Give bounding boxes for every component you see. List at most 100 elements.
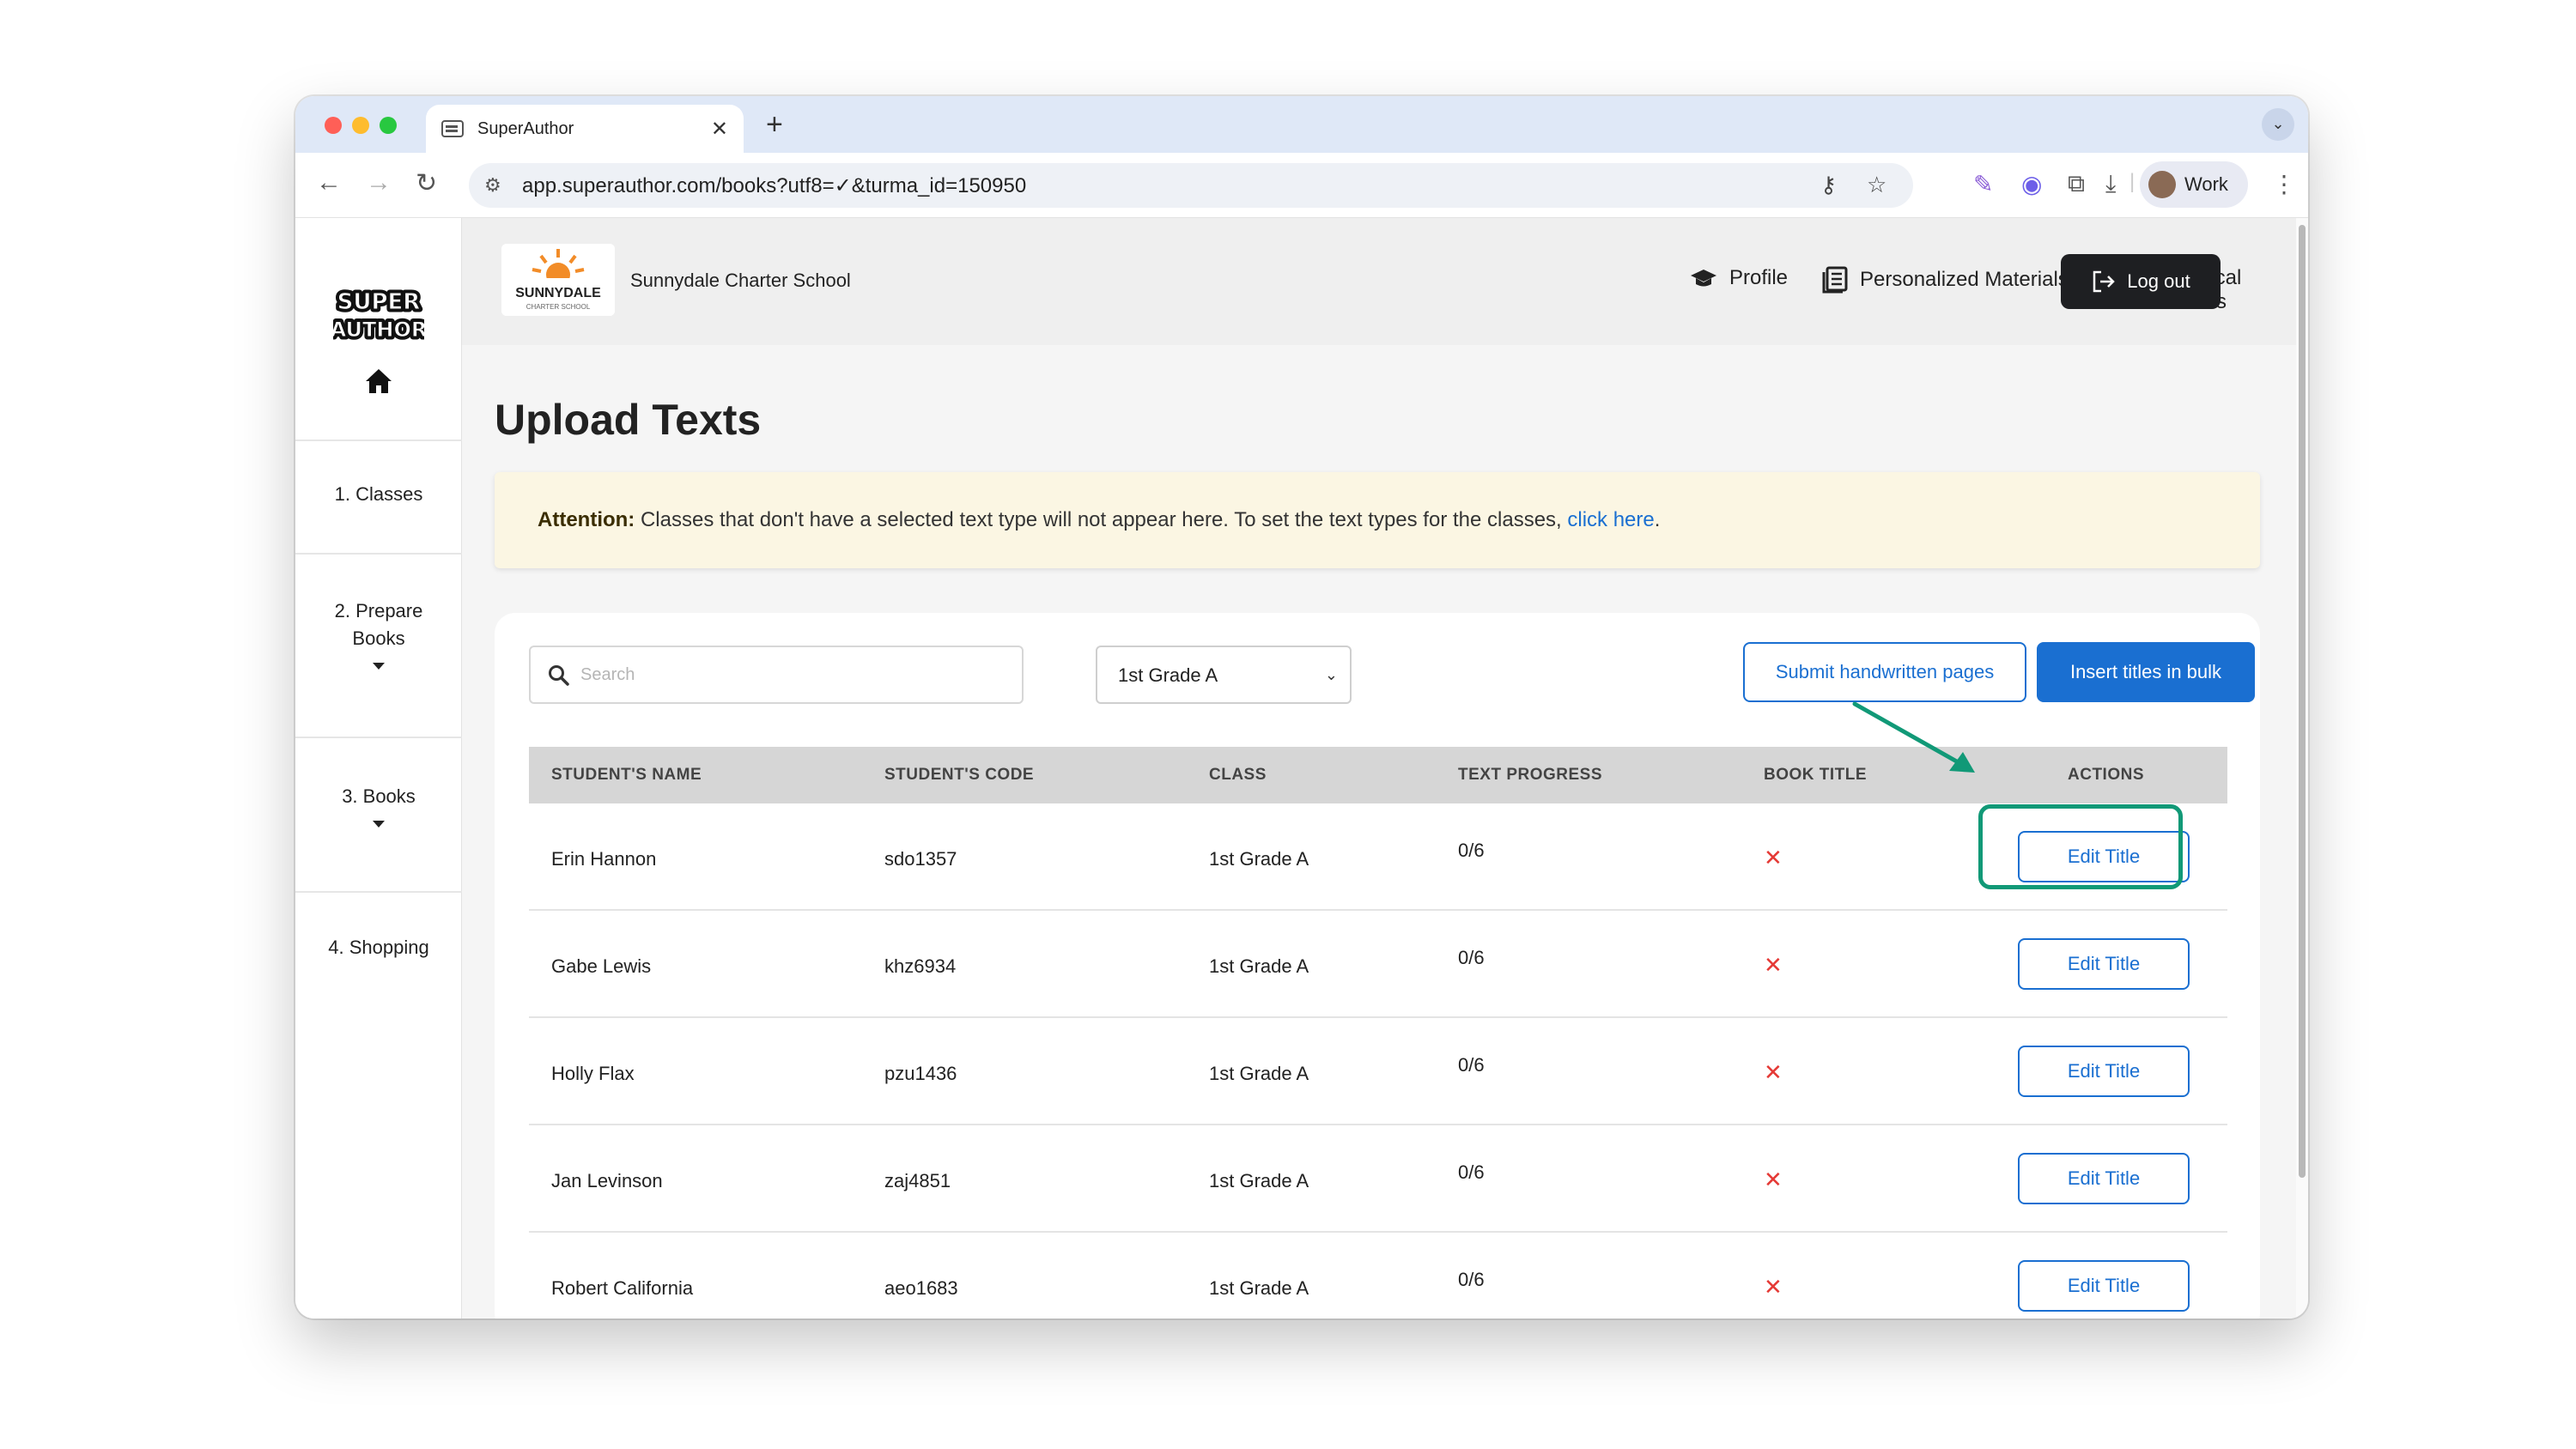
column-header-name: STUDENT'S NAME	[551, 766, 702, 784]
browser-tab[interactable]: SuperAuthor ✕	[426, 105, 744, 153]
superauthor-logo[interactable]: SUPER SUPER AUTHOR AUTHOR	[333, 283, 424, 344]
logout-button[interactable]: Log out	[2061, 254, 2221, 309]
page-scrollbar[interactable]	[2296, 218, 2308, 1319]
student-name: Holly Flax	[551, 1063, 635, 1084]
sidebar-item-label: 4. Shopping	[328, 937, 429, 958]
text-progress: 0/6	[1458, 1054, 1485, 1076]
menu-kebab-icon[interactable]: ⋮	[2272, 170, 2296, 198]
tab-title: SuperAuthor	[477, 118, 574, 138]
book-title-missing-icon: ✕	[1764, 1059, 1783, 1085]
profile-name: Work	[2184, 173, 2228, 195]
attention-alert: Attention: Classes that don't have a sel…	[495, 472, 2260, 568]
password-key-icon[interactable]: ⚷	[1820, 172, 1837, 198]
extension-icon[interactable]: ◉	[2021, 170, 2042, 198]
book-title-missing-icon: ✕	[1764, 1274, 1783, 1300]
download-icon[interactable]: ⤓	[2105, 170, 2116, 198]
nav-personalized-materials[interactable]: Personalized Materials	[1822, 266, 2069, 294]
sidebar-item-shopping[interactable]: 4. Shopping	[295, 891, 462, 994]
extensions-puzzle-icon[interactable]: ⧉	[2068, 170, 2085, 198]
search-box[interactable]	[529, 646, 1024, 704]
table-row: Gabe Lewis khz6934 1st Grade A 0/6 ✕ Edi…	[529, 911, 2227, 1018]
table-row: Holly Flax pzu1436 1st Grade A 0/6 ✕ Edi…	[529, 1018, 2227, 1125]
nav-profile[interactable]: Profile	[1690, 266, 1788, 290]
table-row: Erin Hannon sdo1357 1st Grade A 0/6 ✕ Ed…	[529, 803, 2227, 911]
class-select-value: 1st Grade A	[1118, 664, 1218, 686]
reload-button[interactable]: ↻	[416, 168, 437, 198]
book-title-missing-icon: ✕	[1764, 845, 1783, 870]
school-logo: SUNNYDALE CHARTER SCHOOL	[501, 244, 615, 316]
sidebar-item-prepare-books[interactable]: 2. Prepare Books	[295, 553, 462, 737]
table-row: Robert California aeo1683 1st Grade A 0/…	[529, 1233, 2227, 1319]
edit-title-button[interactable]: Edit Title	[2018, 1046, 2190, 1097]
column-header-progress: TEXT PROGRESS	[1458, 766, 1603, 784]
toolbar-divider: |	[2129, 170, 2136, 193]
text-progress: 0/6	[1458, 1269, 1485, 1290]
header: SUNNYDALE CHARTER SCHOOL Sunnydale Chart…	[462, 218, 2296, 345]
edit-title-button[interactable]: Edit Title	[2018, 1260, 2190, 1312]
url-text: app.superauthor.com/books?utf8=✓&turma_i…	[522, 174, 1027, 197]
address-bar[interactable]: ⚙ app.superauthor.com/books?utf8=✓&turma…	[469, 163, 1913, 208]
annotation-arrow-icon	[1852, 701, 1975, 773]
scrollbar-thumb[interactable]	[2299, 225, 2306, 1178]
student-class: 1st Grade A	[1209, 955, 1309, 977]
new-tab-button[interactable]: +	[766, 108, 783, 142]
edit-title-button[interactable]: Edit Title	[2018, 1153, 2190, 1204]
avatar	[2148, 171, 2176, 198]
tab-search-button[interactable]: ⌄	[2262, 108, 2294, 141]
profile-button[interactable]: Work	[2140, 161, 2248, 208]
logo-word-author-fill: AUTHOR	[333, 318, 424, 342]
book-title-missing-icon: ✕	[1764, 952, 1783, 978]
sidebar-item-books[interactable]: 3. Books	[295, 737, 462, 891]
nav-profile-label: Profile	[1729, 266, 1789, 289]
caret-down-icon	[373, 821, 385, 828]
alert-strong: Attention:	[538, 508, 635, 531]
tab-strip: SuperAuthor ✕ + ⌄	[295, 96, 2308, 153]
chevron-down-icon: ⌄	[1324, 666, 1338, 683]
column-header-actions: ACTIONS	[2068, 766, 2144, 784]
caret-down-icon	[373, 663, 385, 670]
text-progress: 0/6	[1458, 1161, 1485, 1183]
school-logo-text: SUNNYDALE	[515, 286, 601, 300]
student-code: khz6934	[884, 955, 957, 977]
tab-close-icon[interactable]: ✕	[711, 117, 728, 142]
submit-handwritten-pages-button[interactable]: Submit handwritten pages	[1743, 642, 2026, 702]
alert-click-here-link[interactable]: click here	[1567, 508, 1654, 531]
bookmark-star-icon[interactable]: ☆	[1867, 172, 1886, 198]
alert-end: .	[1654, 508, 1661, 531]
text-progress: 0/6	[1458, 840, 1485, 861]
minimize-window-button[interactable]	[352, 117, 369, 134]
school-name: Sunnydale Charter School	[630, 270, 851, 291]
site-info-icon[interactable]: ⚙	[484, 174, 501, 197]
sidebar-item-label: 1. Classes	[334, 483, 423, 505]
pen-extension-icon[interactable]: ✎	[1973, 170, 1993, 198]
insert-titles-in-bulk-button[interactable]: Insert titles in bulk	[2037, 642, 2255, 702]
annotation-highlight-box	[1978, 804, 2183, 889]
sidebar-item-label: 2. Prepare Books	[334, 600, 423, 649]
logo-word-super-fill: SUPER	[337, 289, 421, 315]
student-name: Erin Hannon	[551, 848, 657, 870]
close-window-button[interactable]	[325, 117, 342, 134]
student-class: 1st Grade A	[1209, 1170, 1309, 1191]
class-select[interactable]: 1st Grade A ⌄	[1096, 646, 1352, 704]
tab-favicon-icon	[441, 120, 464, 137]
book-title-missing-icon: ✕	[1764, 1167, 1783, 1192]
sidebar-item-classes[interactable]: 1. Classes	[295, 440, 462, 553]
student-name: Robert California	[551, 1277, 694, 1299]
alert-text: Classes that don't have a selected text …	[640, 508, 1562, 531]
student-class: 1st Grade A	[1209, 1063, 1309, 1084]
student-code: sdo1357	[884, 848, 957, 870]
browser-window: SuperAuthor ✕ + ⌄ ← → ↻ ⚙ app.superautho…	[295, 96, 2308, 1319]
back-button[interactable]: ←	[316, 168, 342, 197]
search-input[interactable]	[580, 656, 1010, 694]
text-progress: 0/6	[1458, 947, 1485, 968]
student-class: 1st Grade A	[1209, 848, 1309, 870]
student-class: 1st Grade A	[1209, 1277, 1309, 1299]
student-code: aeo1683	[884, 1277, 958, 1299]
home-icon[interactable]	[364, 367, 393, 395]
edit-title-button[interactable]: Edit Title	[2018, 938, 2190, 990]
maximize-window-button[interactable]	[380, 117, 397, 134]
logout-label: Log out	[2127, 270, 2190, 292]
forward-button[interactable]: →	[366, 168, 392, 197]
search-icon	[549, 665, 569, 686]
page-title: Upload Texts	[495, 396, 762, 444]
